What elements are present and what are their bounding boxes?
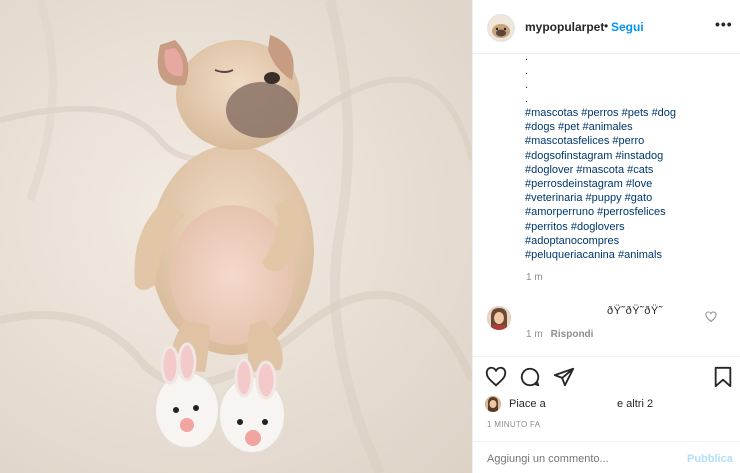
caption-dot: .	[525, 79, 529, 91]
post-actions	[485, 366, 735, 390]
hashtag-line[interactable]: #amorperruno #perrosfelices	[525, 205, 735, 219]
post-header: mypopularpet • Segui •••	[473, 0, 740, 54]
puppy-illustration	[0, 0, 472, 473]
heart-outline-icon[interactable]	[705, 310, 717, 328]
hashtag-line[interactable]: #doglover #mascota #cats	[525, 163, 735, 177]
dog-avatar-icon	[488, 15, 514, 41]
hashtag-line[interactable]: #veterinaria #puppy #gato	[525, 191, 735, 205]
post-caption: . . . . #mascotas #perros #pets #dog #do…	[525, 50, 735, 262]
post-photo[interactable]	[0, 0, 472, 473]
liker-avatar[interactable]	[485, 396, 501, 412]
hashtag-line[interactable]: #adoptanocompres	[525, 234, 735, 248]
divider	[473, 441, 740, 442]
divider	[473, 356, 740, 357]
likes-others-link[interactable]: e altri 2	[617, 398, 653, 410]
caption-dot: .	[525, 51, 529, 63]
hashtag-line[interactable]: #dogs #pet #animales	[525, 120, 735, 134]
person-avatar-icon	[487, 306, 511, 330]
hashtag-line[interactable]: #mascotasfelices #perro	[525, 134, 735, 148]
follow-button[interactable]: Segui	[611, 20, 644, 34]
hashtag-line[interactable]: #perrosdeinstagram #love	[525, 177, 735, 191]
post-timestamp: 1 MINUTO FA	[487, 420, 541, 429]
heart-outline-icon[interactable]	[485, 366, 507, 393]
hashtag-line[interactable]: #peluqueriacanina #animals	[525, 248, 735, 262]
comment-timestamp: 1 m	[526, 329, 543, 340]
hashtag-line[interactable]: #dogsofinstagram #instadog	[525, 149, 735, 163]
comment-like-icon	[705, 311, 717, 323]
bookmark-icon[interactable]	[713, 366, 733, 393]
person-avatar-icon	[485, 396, 501, 412]
comment-meta: 1 m Rispondi	[526, 329, 593, 340]
commenter-avatar[interactable]	[487, 306, 511, 330]
caption-dot: .	[525, 65, 529, 77]
avatar[interactable]	[487, 14, 515, 42]
comment-bubble-icon[interactable]	[519, 366, 541, 393]
post-side-panel: mypopularpet • Segui ••• . . . . #mascot…	[472, 0, 740, 473]
likes-prefix: Piace a	[509, 398, 546, 410]
username-link[interactable]: mypopularpet	[525, 20, 604, 34]
header-separator: •	[604, 19, 609, 33]
hashtag-line[interactable]: #perritos #doglovers	[525, 220, 735, 234]
hashtag-line[interactable]: #mascotas #perros #pets #dog	[525, 106, 735, 120]
paper-plane-icon[interactable]	[553, 366, 575, 393]
publish-button[interactable]: Pubblica	[687, 453, 733, 465]
instagram-post-modal: mypopularpet • Segui ••• . . . . #mascot…	[0, 0, 740, 473]
comment-input[interactable]	[487, 453, 657, 465]
more-horizontal-icon[interactable]: •••	[715, 16, 733, 32]
reply-button[interactable]: Rispondi	[551, 329, 594, 340]
caption-timestamp: 1 m	[526, 272, 543, 283]
comment-text: ðŸ˜ðŸ˜ðŸ˜	[607, 305, 663, 317]
caption-dot: .	[525, 93, 529, 105]
